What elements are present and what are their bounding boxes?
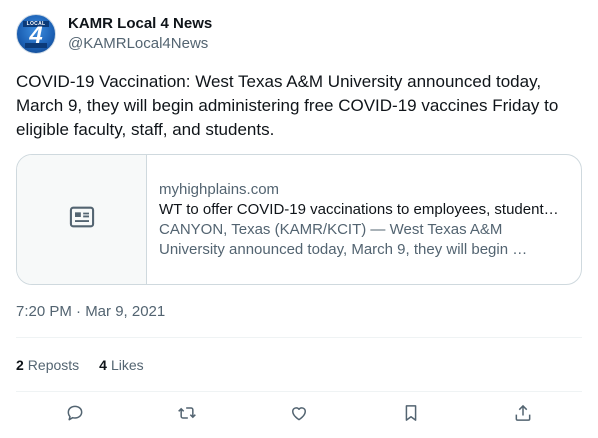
link-card-body: myhighplains.com WT to offer COVID-19 va… <box>147 155 581 284</box>
reposts-count: 2 <box>16 357 24 373</box>
tweet-text: COVID-19 Vaccination: West Texas A&M Uni… <box>16 72 559 139</box>
link-card-domain: myhighplains.com <box>159 180 280 198</box>
likes-stat[interactable]: 4 Likes <box>99 357 143 373</box>
link-card-thumbnail <box>17 155 147 284</box>
repost-icon <box>177 403 197 428</box>
link-card-description: CANYON, Texas (KAMR/KCIT) — West Texas A… <box>159 220 528 258</box>
display-name[interactable]: KAMR Local 4 News <box>68 14 212 34</box>
user-handle[interactable]: @KAMRLocal4News <box>68 34 212 54</box>
author-names: KAMR Local 4 News @KAMRLocal4News <box>68 14 212 54</box>
tweet-stats: 2 Reposts 4 Likes <box>16 355 164 375</box>
divider-top <box>16 337 582 338</box>
tweet-header: LOCAL 4 KAMR Local 4 News @KAMRLocal4New… <box>16 12 212 56</box>
reposts-label: Reposts <box>27 357 80 373</box>
avatar-bottom-bar <box>25 43 47 48</box>
reply-button[interactable] <box>64 404 86 426</box>
bookmark-button[interactable] <box>400 404 422 426</box>
like-icon <box>289 403 309 428</box>
bookmark-icon <box>401 403 421 428</box>
divider-bottom <box>16 391 582 392</box>
like-button[interactable] <box>288 404 310 426</box>
avatar[interactable]: LOCAL 4 <box>16 14 56 54</box>
action-bar <box>16 400 582 430</box>
link-card[interactable]: myhighplains.com WT to offer COVID-19 va… <box>16 154 582 285</box>
share-button[interactable] <box>512 404 534 426</box>
reply-icon <box>65 403 85 428</box>
likes-count: 4 <box>99 357 107 373</box>
share-icon <box>513 403 533 428</box>
reposts-stat[interactable]: 2 Reposts <box>16 357 79 373</box>
tweet-timestamp[interactable]: 7:20 PM · Mar 9, 2021 <box>16 302 165 322</box>
likes-label: Likes <box>110 357 144 373</box>
repost-button[interactable] <box>176 404 198 426</box>
link-card-title: WT to offer COVID-19 vaccinations to emp… <box>159 200 559 218</box>
article-icon <box>68 203 96 236</box>
